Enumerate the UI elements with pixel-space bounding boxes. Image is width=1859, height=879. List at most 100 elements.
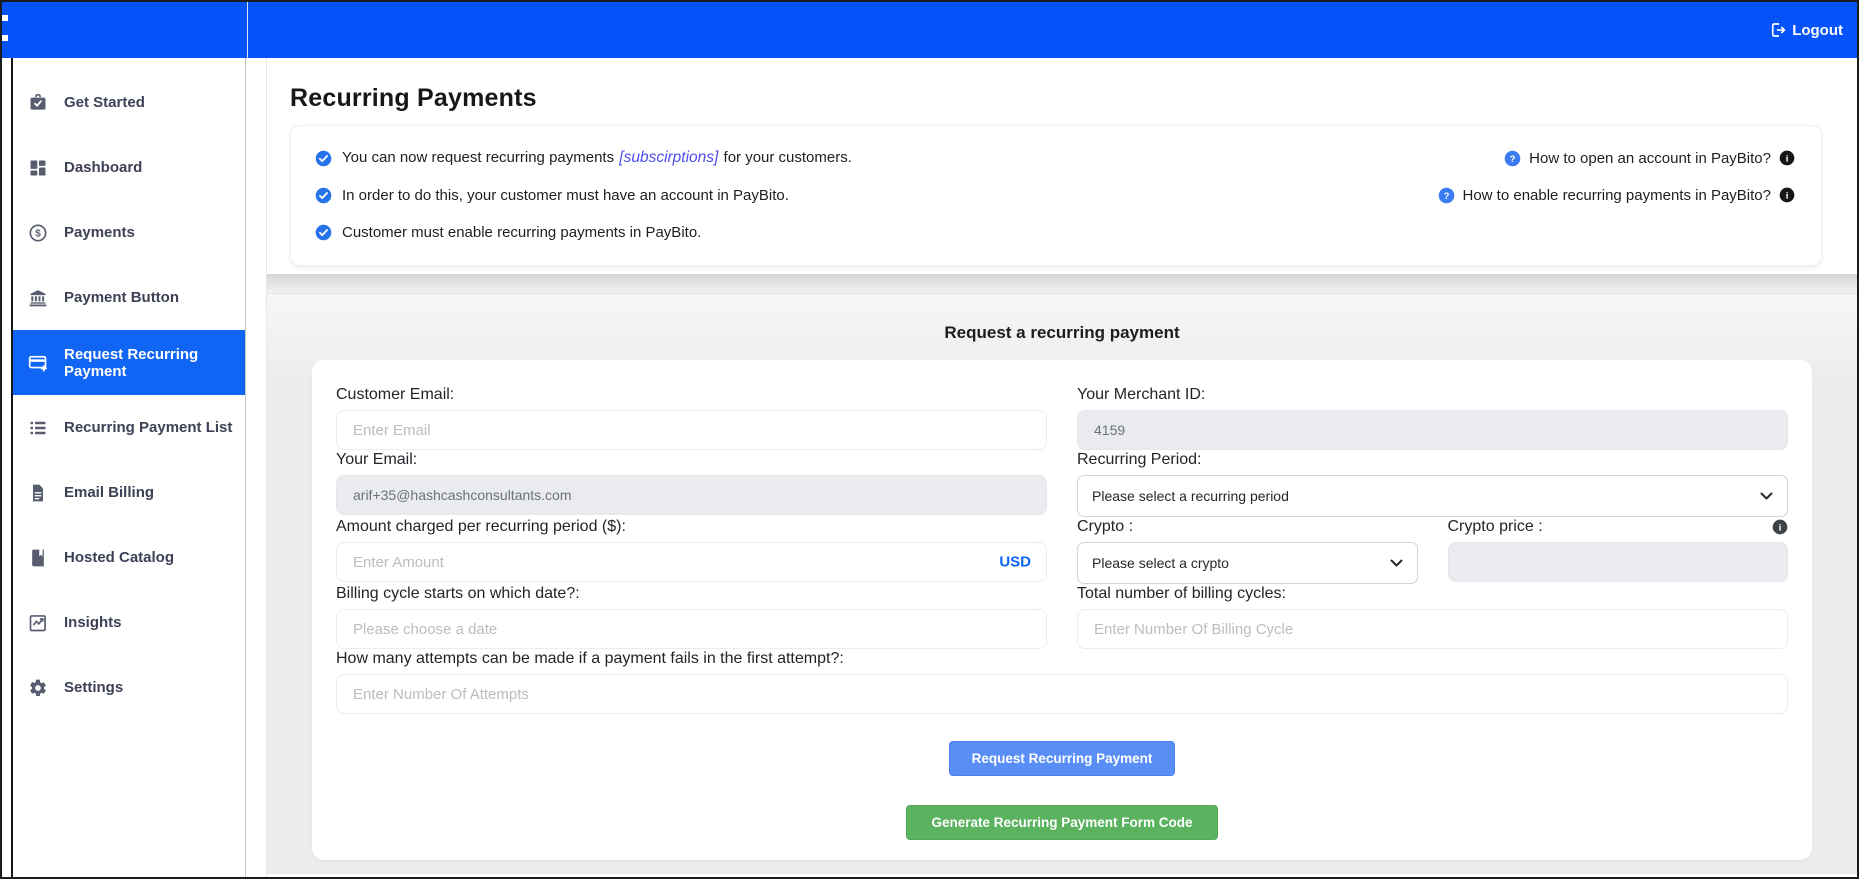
your-email-label: Your Email: [336,451,1047,469]
info-circle-icon: i [1779,187,1795,203]
question-circle-icon: ? [1438,187,1455,204]
logout-label: Logout [1792,22,1843,39]
subscriptions-link[interactable]: [subscirptions] [618,149,719,166]
customer-email-label: Customer Email: [336,386,1047,404]
question-circle-icon: ? [1504,150,1521,167]
briefcase-check-icon [26,93,50,113]
svg-text:i: i [1786,191,1789,201]
chart-line-icon [26,613,50,633]
info-bullet: In order to do this, your customer must … [315,181,852,209]
help-links: ? How to open an account in PayBito? i ?… [1438,144,1796,255]
info-bullet: Customer must enable recurring payments … [315,218,852,246]
sidebar-item-get-started[interactable]: Get Started [13,70,245,135]
sidebar-item-label: Hosted Catalog [64,549,174,566]
generate-form-code-button[interactable]: Generate Recurring Payment Form Code [906,805,1217,840]
request-recurring-payment-button[interactable]: Request Recurring Payment [949,741,1176,776]
attempts-field: How many attempts can be made if a payme… [336,650,1788,714]
logout-button[interactable]: Logout [1769,21,1843,39]
crypto-price-info-icon[interactable]: i [1772,519,1788,535]
sidebar-item-settings[interactable]: Settings [13,655,245,720]
amount-field: Amount charged per recurring period ($):… [336,518,1047,584]
crypto-price-input [1448,542,1789,582]
crypto-value: Please select a crypto [1092,555,1229,571]
sidebar-item-label: Email Billing [64,484,154,501]
recurring-period-field: Recurring Period: Please select a recurr… [1077,451,1788,517]
svg-text:i: i [1786,154,1789,164]
main-content: Recurring Payments You can now request r… [267,58,1857,877]
sidebar-item-payment-button[interactable]: Payment Button [13,265,245,330]
billing-cycles-label: Total number of billing cycles: [1077,585,1788,603]
chevron-down-icon [1390,559,1403,567]
help-link-enable-recurring[interactable]: ? How to enable recurring payments in Pa… [1438,181,1796,209]
crypto-price-label: Crypto price : [1448,518,1543,536]
customer-email-field: Customer Email: [336,386,1047,450]
check-circle-icon [315,187,332,204]
billing-date-input[interactable] [336,609,1047,649]
sidebar-item-label: Insights [64,614,122,631]
billing-date-label: Billing cycle starts on which date?: [336,585,1047,603]
svg-text:i: i [1779,523,1782,533]
sidebar-item-label: Settings [64,679,123,696]
svg-text:?: ? [1443,190,1449,201]
bank-icon [26,288,50,308]
dollar-circle-icon: $ [26,223,50,243]
dashboard-grid-icon [26,158,50,178]
svg-text:$: $ [35,228,41,239]
menu-icon[interactable] [2,2,10,58]
info-bullets: You can now request recurring payments [… [315,144,852,255]
logout-icon [1769,21,1787,39]
your-email-field: Your Email: [336,451,1047,517]
crypto-select[interactable]: Please select a crypto [1077,542,1418,584]
recurring-payment-form: Customer Email: Your Merchant ID: Your E… [312,360,1812,860]
app-window: Logout Get Started [0,0,1859,879]
list-icon [26,418,50,438]
merchant-id-input [1077,410,1788,450]
your-email-input [336,475,1047,515]
recurring-period-value: Please select a recurring period [1092,488,1289,504]
card-plus-icon [26,353,50,373]
document-icon [26,483,50,503]
attempts-input[interactable] [336,674,1788,714]
sidebar-item-insights[interactable]: Insights [13,590,245,655]
billing-date-field: Billing cycle starts on which date?: [336,585,1047,649]
section-heading: Request a recurring payment [944,323,1179,343]
content-divider [246,58,267,877]
book-icon [26,548,50,568]
crypto-row: Crypto : Please select a crypto [1077,518,1788,584]
sidebar-item-recurring-payment-list[interactable]: Recurring Payment List [13,395,245,460]
svg-text:?: ? [1510,153,1516,164]
sidebar-item-payments[interactable]: $ Payments [13,200,245,265]
info-card: You can now request recurring payments [… [290,125,1822,266]
sidebar-item-label: Get Started [64,94,145,111]
sidebar-item-label: Recurring Payment List [64,419,232,436]
sidebar-item-dashboard[interactable]: Dashboard [13,135,245,200]
check-circle-icon [315,224,332,241]
header-divider [247,2,248,58]
info-circle-icon: i [1779,150,1795,166]
sidebar-item-hosted-catalog[interactable]: Hosted Catalog [13,525,245,590]
crypto-field: Crypto : Please select a crypto [1077,518,1418,584]
section-shadow [267,274,1857,294]
sidebar-item-label: Request Recurring Payment [64,346,239,380]
bullet-text: In order to do this, your customer must … [342,187,789,204]
help-link-open-account[interactable]: ? How to open an account in PayBito? i [1438,144,1796,172]
help-link-label: How to enable recurring payments in PayB… [1463,187,1772,204]
recurring-form-section: Request a recurring payment Customer Ema… [267,294,1857,874]
customer-email-input[interactable] [336,410,1047,450]
help-link-label: How to open an account in PayBito? [1529,150,1771,167]
billing-cycles-field: Total number of billing cycles: [1077,585,1788,649]
amount-label: Amount charged per recurring period ($): [336,518,1047,536]
crypto-price-field: Crypto price : i [1448,518,1789,584]
check-circle-icon [315,150,332,167]
bullet-text-after: for your customers. [719,149,852,166]
bullet-text: You can now request recurring payments [… [342,149,852,167]
recurring-period-select[interactable]: Please select a recurring period [1077,475,1788,517]
sidebar-item-email-billing[interactable]: Email Billing [13,460,245,525]
amount-input[interactable] [336,542,1047,582]
info-bullet: You can now request recurring payments [… [315,144,852,172]
gear-icon [26,678,50,698]
frame-line [2,58,13,877]
merchant-id-field: Your Merchant ID: [1077,386,1788,450]
billing-cycles-input[interactable] [1077,609,1788,649]
sidebar-item-request-recurring-payment[interactable]: Request Recurring Payment [13,330,245,395]
